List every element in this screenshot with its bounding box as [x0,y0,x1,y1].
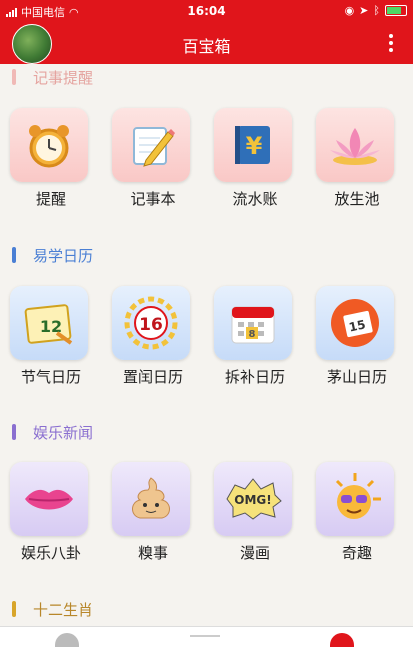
section-title: 记事提醒 [33,69,94,87]
tile-solar-term-calendar[interactable]: 12 节气日历 [0,282,102,392]
solar-term-calendar-icon: 12 [10,286,88,360]
bottom-tab-bar [0,626,413,647]
yen-ledger-icon: ¥ [214,108,292,182]
tile-label: 茅山日历 [326,368,387,386]
lips-icon [10,462,88,536]
section-header-entertainment: 娱乐新闻 [0,417,413,447]
lotus-icon [316,108,394,182]
comic-burst-text: OMG! [234,493,271,507]
tile-label: 拆补日历 [224,368,285,386]
alarm-status-icon: ◉ [344,4,355,17]
status-bar: 中国电信 ◠ 16:04 ◉ ➤ ᛒ [0,0,413,22]
tile-label: 流水账 [232,190,278,208]
tile-comics[interactable]: OMG! 漫画 [204,458,306,568]
leap-calendar-icon: 16 [112,286,190,360]
tile-label: 放生池 [334,190,380,208]
sunglasses-sun-icon [316,462,394,536]
tile-split-calendar[interactable]: 8 拆补日历 [204,282,306,392]
section-grid-calendars: 12 节气日历 16 置闰日历 8 拆补日历 15 茅山日历 [0,282,413,392]
desk-calendar-icon: 8 [214,286,292,360]
tile-label: 漫画 [239,544,270,562]
calendar-day-number: 16 [139,315,163,335]
tile-embarrassing-stories[interactable]: 糗事 [102,458,204,568]
alarm-clock-icon [10,108,88,182]
tile-ledger[interactable]: ¥ 流水账 [204,104,306,214]
tile-label: 娱乐八卦 [20,544,81,562]
tile-label: 提醒 [35,190,66,208]
section-grid-reminders: 提醒 记事本 ¥ 流水账 放生池 [0,104,413,214]
section-header-reminders: 记事提醒 [0,62,413,92]
battery-icon [385,5,407,16]
omg-comic-icon: OMG! [214,462,292,536]
tile-label: 置闰日历 [122,368,183,386]
notebook-pencil-icon [112,108,190,182]
tile-label: 糗事 [137,544,168,562]
section-title: 娱乐新闻 [33,424,94,442]
calendar-day-number: 8 [249,329,256,340]
tab-calendar-icon[interactable] [190,635,220,637]
section-grid-entertainment: 娱乐八卦 糗事 OMG! 漫画 奇趣 [0,458,413,568]
tab-toolbox-icon[interactable] [330,633,354,647]
section-marker [12,601,16,617]
section-title: 十二生肖 [33,601,94,619]
tile-label: 节气日历 [20,368,81,386]
more-menu-icon[interactable] [387,32,395,54]
page-title: 百宝箱 [182,37,231,56]
tile-maoshan-calendar[interactable]: 15 茅山日历 [306,282,408,392]
bluetooth-icon: ᛒ [373,4,380,17]
tile-lotus-pond[interactable]: 放生池 [306,104,408,214]
poop-emoji-icon [112,462,190,536]
tile-leap-calendar[interactable]: 16 置闰日历 [102,282,204,392]
tile-label: 奇趣 [341,544,372,562]
section-header-calendars: 易学日历 [0,240,413,270]
app-header: 百宝箱 [0,22,413,64]
tile-gossip[interactable]: 娱乐八卦 [0,458,102,568]
section-marker [12,69,16,85]
tile-fun[interactable]: 奇趣 [306,458,408,568]
tear-calendar-icon: 15 [316,286,394,360]
tile-label: 记事本 [130,190,176,208]
tile-notebook[interactable]: 记事本 [102,104,204,214]
section-title: 易学日历 [33,247,94,265]
section-marker [12,424,16,440]
tab-home-icon[interactable] [55,633,79,647]
location-icon: ➤ [359,4,369,17]
section-marker [12,247,16,263]
svg-text:¥: ¥ [246,132,263,160]
tile-reminder[interactable]: 提醒 [0,104,102,214]
section-header-zodiac: 十二生肖 [0,594,413,624]
